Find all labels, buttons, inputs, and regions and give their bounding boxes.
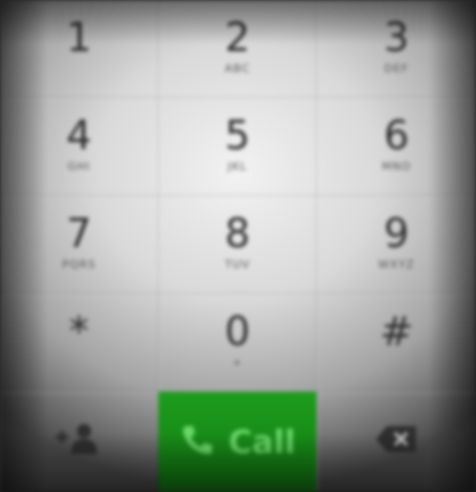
key-letters: JKL <box>227 159 248 173</box>
key-1[interactable]: 1 <box>0 0 159 98</box>
key-digit: 9 <box>383 210 410 257</box>
dialer-keypad: 1 2 ABC 3 DEF 4 GHI 5 JKL 6 MNO 7 PQRS 8 <box>0 0 476 492</box>
key-digit: 7 <box>66 210 92 257</box>
key-5[interactable]: 5 JKL <box>159 98 317 196</box>
key-letters: PQRS <box>62 257 96 271</box>
key-7[interactable]: 7 PQRS <box>0 196 159 294</box>
key-letters: GHI <box>67 159 91 173</box>
key-6[interactable]: 6 MNO <box>317 98 476 196</box>
key-digit: 1 <box>66 14 92 61</box>
key-digit: 4 <box>66 112 92 159</box>
add-contact-icon <box>54 422 104 461</box>
key-hash[interactable]: # <box>317 294 476 392</box>
key-letters: + <box>232 355 243 369</box>
key-letters: TUV <box>224 257 251 271</box>
key-8[interactable]: 8 TUV <box>159 196 317 294</box>
key-letters: DEF <box>384 61 409 75</box>
key-digit: 8 <box>224 210 251 257</box>
key-3[interactable]: 3 DEF <box>317 0 476 98</box>
backspace-button[interactable] <box>317 392 476 492</box>
keypad-grid: 1 2 ABC 3 DEF 4 GHI 5 JKL 6 MNO 7 PQRS 8 <box>0 0 476 492</box>
key-letters: WXYZ <box>378 257 415 271</box>
key-digit: # <box>379 308 414 355</box>
backspace-icon <box>375 424 419 459</box>
key-digit: 3 <box>383 14 410 61</box>
key-letters: ABC <box>224 61 251 75</box>
call-label: Call <box>228 423 296 461</box>
key-letters: MNO <box>381 159 412 173</box>
key-2[interactable]: 2 ABC <box>159 0 317 98</box>
key-4[interactable]: 4 GHI <box>0 98 159 196</box>
key-digit: * <box>69 308 89 355</box>
key-star[interactable]: * <box>0 294 159 392</box>
key-digit: 6 <box>383 112 410 159</box>
key-0[interactable]: 0 + <box>159 294 317 392</box>
key-9[interactable]: 9 WXYZ <box>317 196 476 294</box>
key-digit: 0 <box>224 308 251 355</box>
key-digit: 2 <box>224 14 251 61</box>
phone-icon <box>180 423 214 462</box>
key-digit: 5 <box>224 112 251 159</box>
call-button[interactable]: Call <box>159 392 317 492</box>
add-contact-button[interactable] <box>0 392 159 492</box>
